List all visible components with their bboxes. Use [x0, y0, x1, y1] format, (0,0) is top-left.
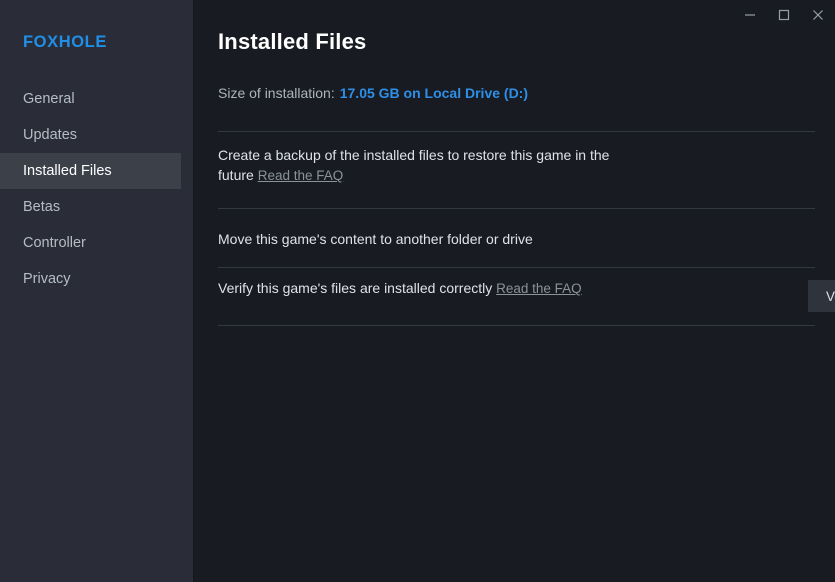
sidebar-item-label: Installed Files	[23, 163, 112, 179]
installation-size-label: Size of installation:	[218, 85, 335, 101]
brand-title: FOXHOLE	[23, 33, 107, 51]
minimize-icon	[745, 14, 755, 16]
sidebar-item-label: General	[23, 91, 75, 107]
verify-faq-link[interactable]: Read the FAQ	[496, 279, 582, 299]
window-titlebar	[733, 0, 835, 30]
sidebar-item-privacy[interactable]: Privacy	[0, 261, 181, 297]
separator	[218, 267, 815, 268]
move-description: Move this game's content to another fold…	[218, 231, 533, 247]
sidebar-item-betas[interactable]: Betas	[0, 189, 181, 225]
verify-integrity-button[interactable]: Verify integrity of game files	[808, 280, 835, 312]
minimize-button[interactable]	[733, 0, 767, 30]
verify-row-text: Verify this game's files are installed c…	[218, 278, 618, 299]
separator	[218, 131, 815, 132]
sidebar-item-label: Privacy	[23, 271, 71, 287]
separator	[218, 325, 815, 326]
sidebar-item-label: Betas	[23, 199, 61, 215]
sidebar-nav: General Updates Installed Files Betas Co…	[0, 81, 194, 297]
backup-faq-link[interactable]: Read the FAQ	[258, 166, 344, 186]
sidebar-item-label: Updates	[23, 127, 78, 143]
sidebar-item-general[interactable]: General	[0, 81, 181, 117]
game-properties-window: FOXHOLE General Updates Installed Files …	[0, 0, 835, 582]
sidebar: FOXHOLE General Updates Installed Files …	[0, 0, 194, 582]
main-content: Installed Files Size of installation: 17…	[194, 0, 835, 582]
sidebar-item-controller[interactable]: Controller	[0, 225, 181, 261]
close-icon	[813, 10, 823, 20]
installation-size-row: Size of installation: 17.05 GB on Local …	[218, 85, 528, 101]
separator	[218, 208, 815, 209]
sidebar-item-label: Controller	[23, 235, 86, 251]
verify-description: Verify this game's files are installed c…	[218, 280, 493, 296]
page-title: Installed Files	[218, 29, 367, 54]
sidebar-item-installed-files[interactable]: Installed Files	[0, 153, 181, 189]
close-button[interactable]	[801, 0, 835, 30]
maximize-icon	[778, 9, 790, 21]
installation-size-value[interactable]: 17.05 GB on Local Drive (D:)	[340, 85, 528, 101]
sidebar-item-updates[interactable]: Updates	[0, 117, 181, 153]
maximize-button[interactable]	[767, 0, 801, 30]
move-row-text: Move this game's content to another fold…	[218, 229, 648, 249]
backup-row-text: Create a backup of the installed files t…	[218, 145, 638, 186]
